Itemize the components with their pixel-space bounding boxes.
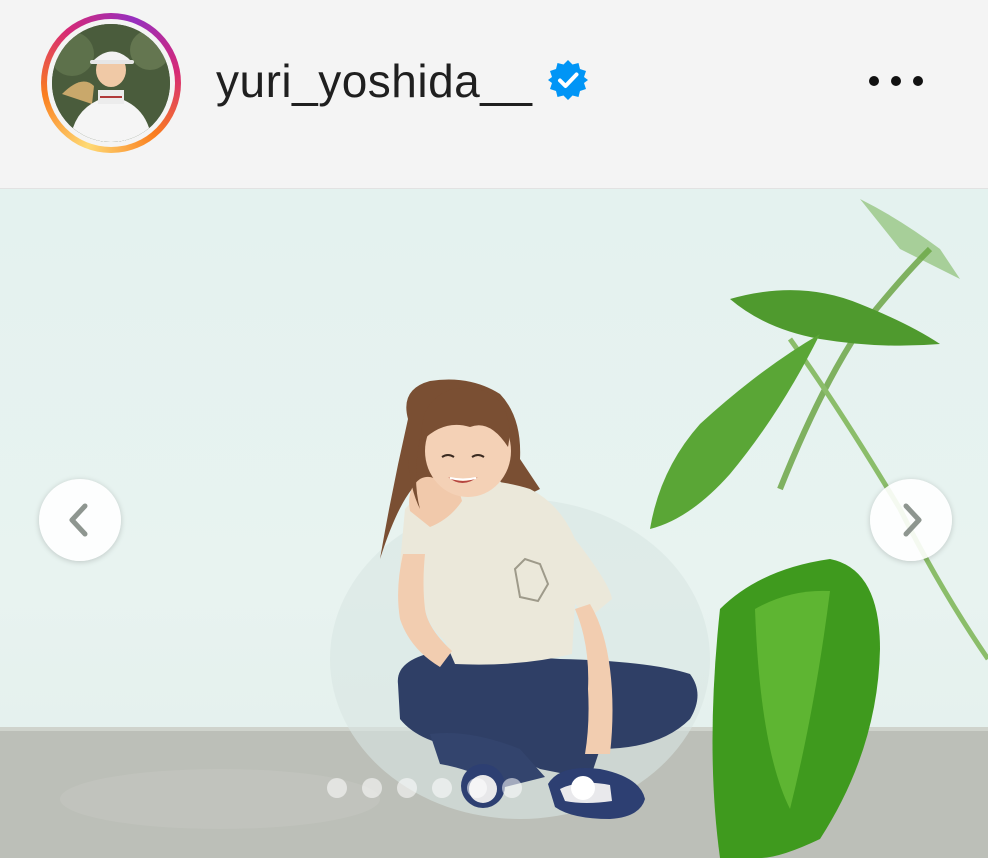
carousel-dot[interactable] — [467, 778, 487, 798]
carousel-prev-button[interactable] — [39, 479, 121, 561]
carousel-dot[interactable] — [432, 778, 452, 798]
story-ring[interactable] — [41, 13, 181, 153]
carousel-dot[interactable] — [397, 778, 417, 798]
photo-scene — [0, 199, 988, 858]
post-photo[interactable] — [0, 189, 988, 858]
carousel-dot-active[interactable] — [571, 776, 595, 800]
chevron-left-icon — [69, 503, 88, 537]
carousel-dot[interactable] — [362, 778, 382, 798]
verified-badge-icon — [548, 60, 588, 100]
more-horizontal-icon[interactable] — [866, 67, 926, 95]
chevron-right-icon — [903, 503, 922, 537]
carousel-dot[interactable] — [502, 778, 522, 798]
carousel-dot[interactable] — [327, 778, 347, 798]
avatar[interactable] — [52, 24, 170, 142]
carousel-next-button[interactable] — [870, 479, 952, 561]
post-header: yuri_yoshida__ — [0, 0, 988, 189]
username[interactable]: yuri_yoshida__ — [216, 52, 532, 110]
avatar-photo — [52, 24, 170, 142]
